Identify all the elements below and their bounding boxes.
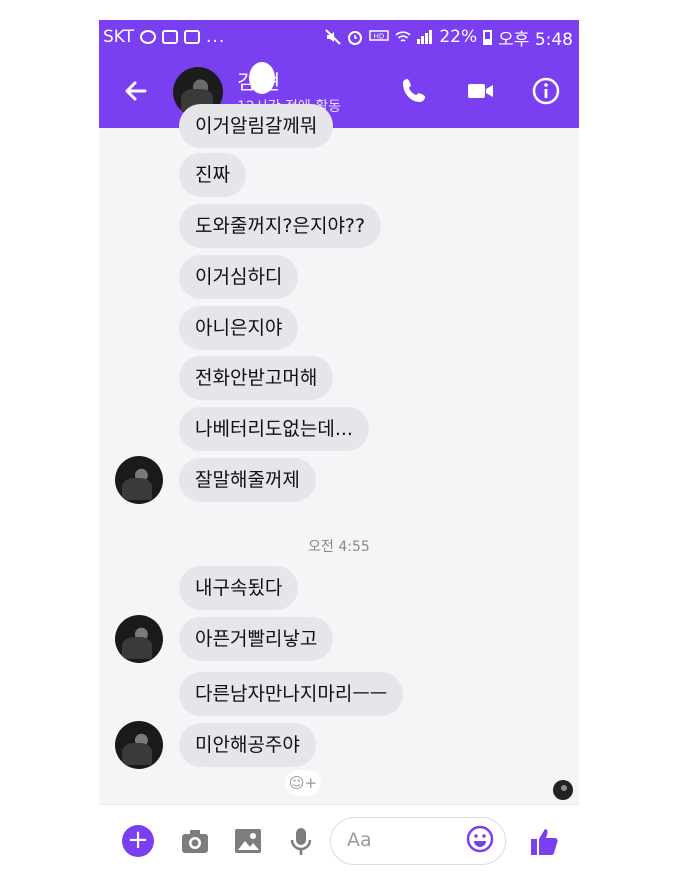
add-reaction-button[interactable]: ☺+ <box>285 770 321 796</box>
message-bubble[interactable]: 잘말해줄꺼제 <box>179 458 316 502</box>
battery-percent: 22% <box>439 27 478 47</box>
battery-icon <box>483 29 493 45</box>
seen-indicator-avatar <box>553 780 573 800</box>
info-icon[interactable] <box>531 76 561 106</box>
sender-avatar[interactable] <box>115 456 163 504</box>
phone-icon[interactable] <box>399 76 429 106</box>
video-icon[interactable] <box>465 76 495 106</box>
redaction-mark <box>249 62 275 94</box>
messenger-screen: SKT ... HD 22% 오후 5:48 김 현 12시간 전에 활동 <box>99 20 579 885</box>
message-bubble[interactable]: 도와줄꺼지?은지야?? <box>179 204 382 248</box>
chat-header: 김 현 12시간 전에 활동 <box>99 54 579 128</box>
alarm-icon <box>348 31 363 45</box>
hd-voice-icon: HD <box>369 30 390 41</box>
message-bubble[interactable]: 다른남자만나지마리ㅡㅡ <box>179 672 404 716</box>
mail-notification-icon <box>184 30 201 44</box>
carrier-label: SKT <box>103 27 135 47</box>
message-bubble[interactable]: 미안해공주야 <box>179 723 316 767</box>
message-composer: + Aa <box>99 804 579 885</box>
message-bubble[interactable]: 아니은지야 <box>179 306 299 350</box>
talk-notification-icon <box>140 30 157 44</box>
svg-text:HD: HD <box>374 33 385 41</box>
timestamp: 오전 4:55 <box>308 539 370 555</box>
message-bubble[interactable]: 아픈거빨리낳고 <box>179 617 334 661</box>
message-bubble[interactable]: 나베터리도없는데... <box>179 407 369 451</box>
signal-icon <box>417 30 433 44</box>
back-arrow-icon[interactable] <box>121 76 151 106</box>
thumbs-up-icon[interactable] <box>529 825 561 857</box>
mute-icon <box>325 29 342 45</box>
message-input-placeholder: Aa <box>347 829 372 851</box>
plus-icon[interactable]: + <box>122 825 154 857</box>
emoji-icon[interactable] <box>465 824 495 854</box>
microphone-icon[interactable] <box>285 825 317 857</box>
message-bubble[interactable]: 전화안받고머해 <box>179 356 334 400</box>
instagram-notification-icon <box>162 30 179 44</box>
image-icon[interactable] <box>232 825 264 857</box>
more-notifications: ... <box>206 27 226 47</box>
wifi-icon <box>395 31 411 42</box>
message-bubble[interactable]: 이거심하디 <box>179 255 299 299</box>
sender-avatar[interactable] <box>115 721 163 769</box>
clock: 오후 5:48 <box>498 29 573 50</box>
message-list[interactable]: 이거알림갈께뭐 진짜 도와줄꺼지?은지야?? 이거심하디 아니은지야 전화안받고… <box>99 104 579 800</box>
message-bubble[interactable]: 이거알림갈께뭐 <box>179 104 334 148</box>
message-bubble[interactable]: 내구속됬다 <box>179 566 299 610</box>
sender-avatar[interactable] <box>115 615 163 663</box>
status-bar: SKT ... HD 22% 오후 5:48 <box>99 20 579 54</box>
message-bubble[interactable]: 진짜 <box>179 153 246 197</box>
camera-icon[interactable] <box>179 825 211 857</box>
